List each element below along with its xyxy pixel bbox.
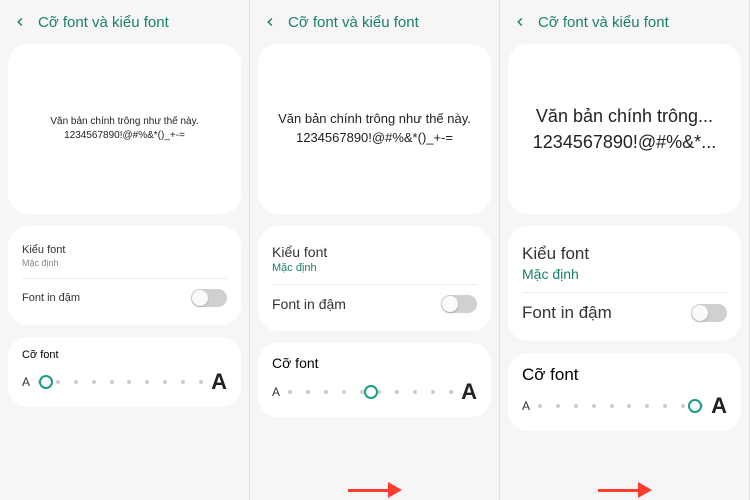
- back-button[interactable]: [10, 12, 30, 32]
- size-small-icon: A: [22, 375, 30, 389]
- bold-toggle[interactable]: [191, 289, 227, 307]
- font-style-label: Kiểu font: [22, 244, 65, 256]
- bold-row: Font in đậm: [272, 289, 477, 319]
- font-style-row[interactable]: Kiểu font Mặc định: [22, 238, 227, 274]
- font-style-value: Mặc định: [522, 266, 579, 282]
- page-title: Cỡ font và kiểu font: [38, 14, 169, 31]
- font-style-label: Kiểu font: [272, 244, 327, 260]
- font-size-card: Cỡ font A A: [508, 353, 741, 431]
- font-size-label: Cỡ font: [22, 349, 227, 361]
- preview-line1: Văn bản chính trông...: [522, 103, 727, 129]
- preview-card: Văn bản chính trông như thế này. 1234567…: [258, 44, 491, 214]
- bold-label: Font in đậm: [22, 292, 80, 304]
- chevron-left-icon: [13, 15, 27, 29]
- size-small-icon: A: [522, 399, 530, 413]
- arrow-annotation: [348, 482, 402, 498]
- bold-toggle[interactable]: [441, 295, 477, 313]
- slider-row: A A: [522, 393, 727, 419]
- divider: [22, 278, 227, 279]
- bold-row: Font in đậm: [522, 297, 727, 329]
- screen-largest: Cỡ font và kiểu font Văn bản chính trông…: [500, 0, 750, 500]
- font-style-value: Mặc định: [272, 262, 317, 274]
- preview-line1: Văn bản chính trông như thế này.: [278, 110, 471, 129]
- font-style-row[interactable]: Kiểu font Mặc định: [272, 238, 477, 280]
- font-size-card: Cỡ font A A: [8, 337, 241, 407]
- back-button[interactable]: [260, 12, 280, 32]
- font-size-slider[interactable]: [36, 372, 205, 392]
- screen-smallest: Cỡ font và kiểu font Văn bản chính trông…: [0, 0, 250, 500]
- chevron-left-icon: [263, 15, 277, 29]
- header: Cỡ font và kiểu font: [500, 0, 749, 44]
- size-large-icon: A: [711, 393, 727, 419]
- slider-row: A A: [22, 369, 227, 395]
- preview-card: Văn bản chính trông như thế này. 1234567…: [8, 44, 241, 214]
- arrow-annotation: [598, 482, 652, 498]
- preview-line2: 1234567890!@#%&*()_+-=: [296, 129, 453, 148]
- slider-thumb[interactable]: [39, 375, 53, 389]
- page-title: Cỡ font và kiểu font: [538, 14, 669, 31]
- font-size-slider[interactable]: [536, 396, 705, 416]
- preview-card: Văn bản chính trông... 1234567890!@#%&*.…: [508, 44, 741, 214]
- screen-medium: Cỡ font và kiểu font Văn bản chính trông…: [250, 0, 500, 500]
- slider-thumb[interactable]: [688, 399, 702, 413]
- font-size-label: Cỡ font: [272, 355, 477, 371]
- font-style-label: Kiểu font: [522, 244, 589, 264]
- preview-line2: 1234567890!@#%&*()_+-=: [64, 129, 185, 144]
- back-button[interactable]: [510, 12, 530, 32]
- font-size-slider[interactable]: [286, 382, 455, 402]
- font-style-value: Mặc định: [22, 258, 59, 268]
- slider-thumb[interactable]: [364, 385, 378, 399]
- size-small-icon: A: [272, 385, 280, 399]
- preview-line2: 1234567890!@#%&*...: [522, 129, 727, 155]
- size-large-icon: A: [211, 369, 227, 395]
- font-style-row[interactable]: Kiểu font Mặc định: [522, 238, 727, 288]
- slider-row: A A: [272, 379, 477, 405]
- font-size-label: Cỡ font: [522, 365, 727, 385]
- bold-row: Font in đậm: [22, 283, 227, 313]
- divider: [522, 292, 727, 293]
- font-options-card: Kiểu font Mặc định Font in đậm: [258, 226, 491, 331]
- bold-toggle[interactable]: [691, 304, 727, 322]
- bold-label: Font in đậm: [272, 296, 346, 312]
- page-title: Cỡ font và kiểu font: [288, 14, 419, 31]
- chevron-left-icon: [513, 15, 527, 29]
- divider: [272, 284, 477, 285]
- header: Cỡ font và kiểu font: [250, 0, 499, 44]
- preview-line1: Văn bản chính trông như thế này.: [50, 115, 198, 130]
- size-large-icon: A: [461, 379, 477, 405]
- font-size-card: Cỡ font A A: [258, 343, 491, 417]
- font-options-card: Kiểu font Mặc định Font in đậm: [8, 226, 241, 325]
- header: Cỡ font và kiểu font: [0, 0, 249, 44]
- bold-label: Font in đậm: [522, 303, 612, 323]
- font-options-card: Kiểu font Mặc định Font in đậm: [508, 226, 741, 341]
